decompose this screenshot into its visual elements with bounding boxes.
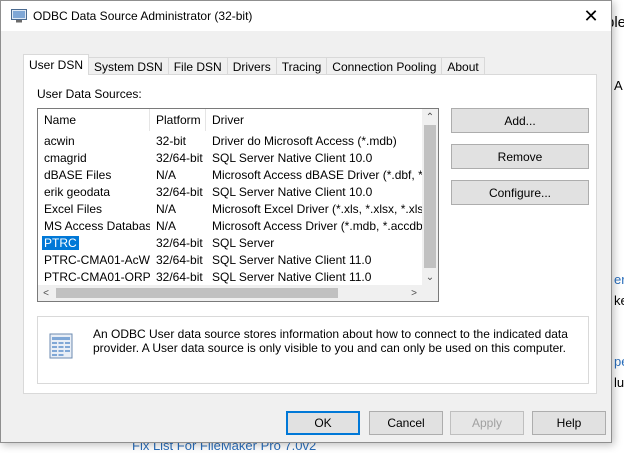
cell-platform: N/A [156, 168, 177, 182]
configure-button[interactable]: Configure... [451, 180, 589, 205]
list-item[interactable]: Excel Files N/A Microsoft Excel Driver (… [38, 201, 423, 218]
cell-driver: SQL Server Native Client 10.0 [212, 185, 373, 199]
cell-platform: 32/64-bit [156, 270, 203, 284]
cell-driver: SQL Server [212, 236, 275, 250]
column-header-driver[interactable]: Driver [206, 109, 423, 131]
column-header-platform[interactable]: Platform [150, 109, 206, 131]
title-bar[interactable]: ODBC Data Source Administrator (32-bit) … [1, 1, 611, 31]
background-text-fragment: A [614, 78, 623, 93]
cancel-button[interactable]: Cancel [369, 411, 443, 435]
list-header: Name Platform Driver [38, 109, 423, 131]
list-item[interactable]: dBASE Files N/A Microsoft Access dBASE D… [38, 167, 423, 184]
cell-platform: N/A [156, 219, 177, 233]
scroll-down-icon[interactable]: ⌄ [422, 269, 438, 285]
background-text-fragment: er [614, 272, 624, 287]
cell-name: Excel Files [44, 202, 103, 216]
cell-platform: N/A [156, 202, 177, 216]
help-button[interactable]: Help [532, 411, 606, 435]
odbc-app-icon [11, 9, 27, 23]
scrollbar-corner [422, 285, 438, 301]
list-item[interactable]: PTRC-CMA01-ORPS 32/64-bit SQL Server Nat… [38, 269, 423, 286]
info-description: An ODBC User data source stores informat… [93, 327, 568, 355]
cell-driver: Driver do Microsoft Access (*.mdb) [212, 134, 397, 148]
cell-name: MS Access Database [44, 219, 150, 233]
cell-name: cmagrid [44, 151, 87, 165]
cell-name: dBASE Files [44, 168, 112, 182]
tab-drivers[interactable]: Drivers [226, 57, 277, 75]
list-item[interactable]: erik geodata 32/64-bit SQL Server Native… [38, 184, 423, 201]
cell-platform: 32/64-bit [156, 185, 203, 199]
tab-user-dsn[interactable]: User DSN [23, 54, 90, 75]
cell-driver: Microsoft Access Driver (*.mdb, *.accdb) [212, 219, 423, 233]
column-header-name[interactable]: Name [38, 109, 150, 131]
close-icon: ✕ [583, 5, 599, 26]
data-source-icon [49, 333, 73, 359]
selected-name: PTRC [42, 236, 79, 250]
list-item[interactable]: MS Access Database N/A Microsoft Access … [38, 218, 423, 235]
user-dsn-panel: User Data Sources: Name Platform Driver … [23, 74, 597, 394]
cell-driver: Microsoft Access dBASE Driver (*.dbf, *.… [212, 168, 423, 182]
tab-about[interactable]: About [441, 57, 485, 75]
add-button[interactable]: Add... [451, 108, 589, 133]
tab-connection-pooling[interactable]: Connection Pooling [326, 57, 443, 75]
cell-driver: SQL Server Native Client 11.0 [212, 270, 372, 284]
tab-tracing[interactable]: Tracing [275, 57, 328, 75]
list-item-selected[interactable]: PTRC 32/64-bit SQL Server [38, 235, 423, 252]
odbc-dialog: ODBC Data Source Administrator (32-bit) … [0, 0, 612, 443]
tab-system-dsn[interactable]: System DSN [88, 57, 169, 75]
cell-platform: 32/64-bit [156, 236, 203, 250]
tab-file-dsn[interactable]: File DSN [167, 57, 228, 75]
close-button[interactable]: ✕ [571, 1, 611, 31]
cell-name: erik geodata [44, 185, 111, 199]
data-source-list[interactable]: Name Platform Driver acwin 32-bit Driver… [37, 108, 439, 302]
cell-platform: 32-bit [156, 134, 187, 148]
cell-driver: Microsoft Excel Driver (*.xls, *.xlsx, *… [212, 202, 423, 216]
ok-button[interactable]: OK [286, 411, 360, 435]
background-text-fragment: pe [614, 354, 624, 369]
cell-platform: 32/64-bit [156, 253, 203, 267]
list-item[interactable]: acwin 32-bit Driver do Microsoft Access … [38, 133, 423, 150]
cell-name: acwin [44, 134, 75, 148]
tab-strip: User DSN System DSN File DSN Drivers Tra… [23, 54, 485, 75]
scroll-right-icon[interactable]: > [406, 285, 422, 301]
horizontal-scroll-thumb[interactable] [56, 288, 338, 298]
cell-name: PTRC-CMA01-AcWin [44, 253, 150, 267]
info-box: An ODBC User data source stores informat… [37, 316, 589, 384]
cell-driver: SQL Server Native Client 11.0 [212, 253, 372, 267]
list-item[interactable]: cmagrid 32/64-bit SQL Server Native Clie… [38, 150, 423, 167]
user-data-sources-label: User Data Sources: [37, 87, 142, 101]
background-text-fragment: lu [614, 375, 624, 390]
horizontal-scrollbar[interactable]: < > [38, 285, 438, 301]
background-text-fragment: ke [614, 293, 624, 308]
vertical-scrollbar[interactable]: ⌃ ⌄ [422, 109, 438, 285]
remove-button[interactable]: Remove [451, 144, 589, 169]
cell-driver: SQL Server Native Client 10.0 [212, 151, 373, 165]
vertical-scroll-thumb[interactable] [424, 125, 436, 268]
cell-platform: 32/64-bit [156, 151, 203, 165]
list-item[interactable]: PTRC-CMA01-AcWin 32/64-bit SQL Server Na… [38, 252, 423, 269]
apply-button[interactable]: Apply [450, 411, 524, 435]
scroll-left-icon[interactable]: < [38, 285, 54, 301]
window-title: ODBC Data Source Administrator (32-bit) [33, 9, 253, 23]
scroll-up-icon[interactable]: ⌃ [422, 109, 438, 125]
list-rows: acwin 32-bit Driver do Microsoft Access … [38, 133, 423, 286]
cell-name: PTRC [38, 235, 150, 252]
cell-name: PTRC-CMA01-ORPS [44, 270, 150, 284]
